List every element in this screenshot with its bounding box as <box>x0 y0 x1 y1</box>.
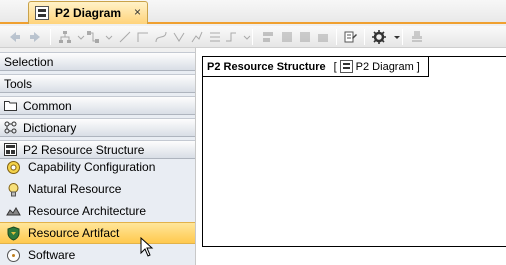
align-left-icon[interactable] <box>262 30 276 44</box>
shield-icon <box>6 225 21 241</box>
close-icon[interactable]: × <box>134 5 141 19</box>
format-painter-icon[interactable] <box>344 30 358 44</box>
section-label: Tools <box>4 76 33 91</box>
forward-icon[interactable] <box>28 30 42 44</box>
palette-item-capability-configuration[interactable]: Capability Configuration <box>0 156 195 178</box>
align-bottom-icon[interactable] <box>316 30 330 44</box>
item-label: Software <box>28 248 76 262</box>
palette-section-selection[interactable]: Selection <box>0 52 195 71</box>
palette-item-natural-resource[interactable]: Natural Resource <box>0 178 195 200</box>
item-label: Resource Architecture <box>28 204 147 218</box>
diagram-frame-header: P2 Resource Structure [ P2 Diagram ] <box>203 57 429 77</box>
frame-title: P2 Resource Structure <box>207 60 326 73</box>
layout-tree-icon[interactable] <box>58 30 72 44</box>
gear-icon[interactable] <box>372 30 386 44</box>
chevron-down-icon[interactable] <box>74 30 85 44</box>
item-label: Capability Configuration <box>28 160 156 174</box>
palette-section-common[interactable]: Common <box>0 96 195 115</box>
diagram-icon <box>4 143 17 156</box>
stamp-icon[interactable] <box>410 30 424 44</box>
section-label: Selection <box>4 54 54 69</box>
line-bezier-icon[interactable] <box>154 30 168 44</box>
line-style-icon[interactable] <box>208 30 222 44</box>
layout-orthogonal-icon[interactable] <box>86 30 100 44</box>
dictionary-icon <box>4 121 17 134</box>
line-rectilinear-icon[interactable] <box>136 30 150 44</box>
natural-resource-icon <box>6 182 21 197</box>
palette-item-software[interactable]: Software <box>0 244 195 265</box>
back-icon[interactable] <box>8 30 22 44</box>
diagram-icon <box>339 60 353 73</box>
diagram-palette: Selection Tools Common Dictionary P2 Res… <box>0 52 195 265</box>
chevron-down-icon[interactable] <box>240 30 251 44</box>
item-label: Resource Artifact <box>28 226 120 240</box>
line-oblique-icon[interactable] <box>172 30 186 44</box>
palette-section-tools[interactable]: Tools <box>0 74 195 93</box>
diagram-frame[interactable]: P2 Resource Structure [ P2 Diagram ] <box>202 56 506 247</box>
chevron-down-icon[interactable] <box>390 30 400 44</box>
folder-icon <box>4 99 17 112</box>
resource-architecture-icon <box>6 204 21 219</box>
software-icon <box>6 248 21 263</box>
line-straight-icon[interactable] <box>118 30 132 44</box>
tab-strip: P2 Diagram × <box>0 0 506 24</box>
diagram-toolbar <box>0 26 506 48</box>
palette-item-resource-architecture[interactable]: Resource Architecture <box>0 200 195 222</box>
palette-item-resource-artifact[interactable]: Resource Artifact <box>0 222 195 244</box>
tab-p2-diagram[interactable]: P2 Diagram × <box>28 1 148 24</box>
capability-configuration-icon <box>6 160 21 175</box>
frame-subtitle: P2 Diagram ] <box>355 60 420 73</box>
tab-label: P2 Diagram <box>55 6 122 20</box>
palette-section-dictionary[interactable]: Dictionary <box>0 118 195 137</box>
section-label: Dictionary <box>23 120 77 135</box>
align-right-icon[interactable] <box>298 30 312 44</box>
align-center-icon[interactable] <box>280 30 294 44</box>
section-label: Common <box>23 98 72 113</box>
route-icon[interactable] <box>224 30 238 44</box>
frame-bracket: [ <box>333 60 337 73</box>
chevron-down-icon[interactable] <box>102 30 113 44</box>
mouse-pointer-icon <box>140 236 154 257</box>
section-label: P2 Resource Structure <box>23 142 145 157</box>
diagram-icon <box>35 6 49 20</box>
item-label: Natural Resource <box>28 182 122 196</box>
diagram-canvas[interactable]: P2 Resource Structure [ P2 Diagram ] <box>195 48 506 265</box>
line-reset-icon[interactable] <box>190 30 204 44</box>
